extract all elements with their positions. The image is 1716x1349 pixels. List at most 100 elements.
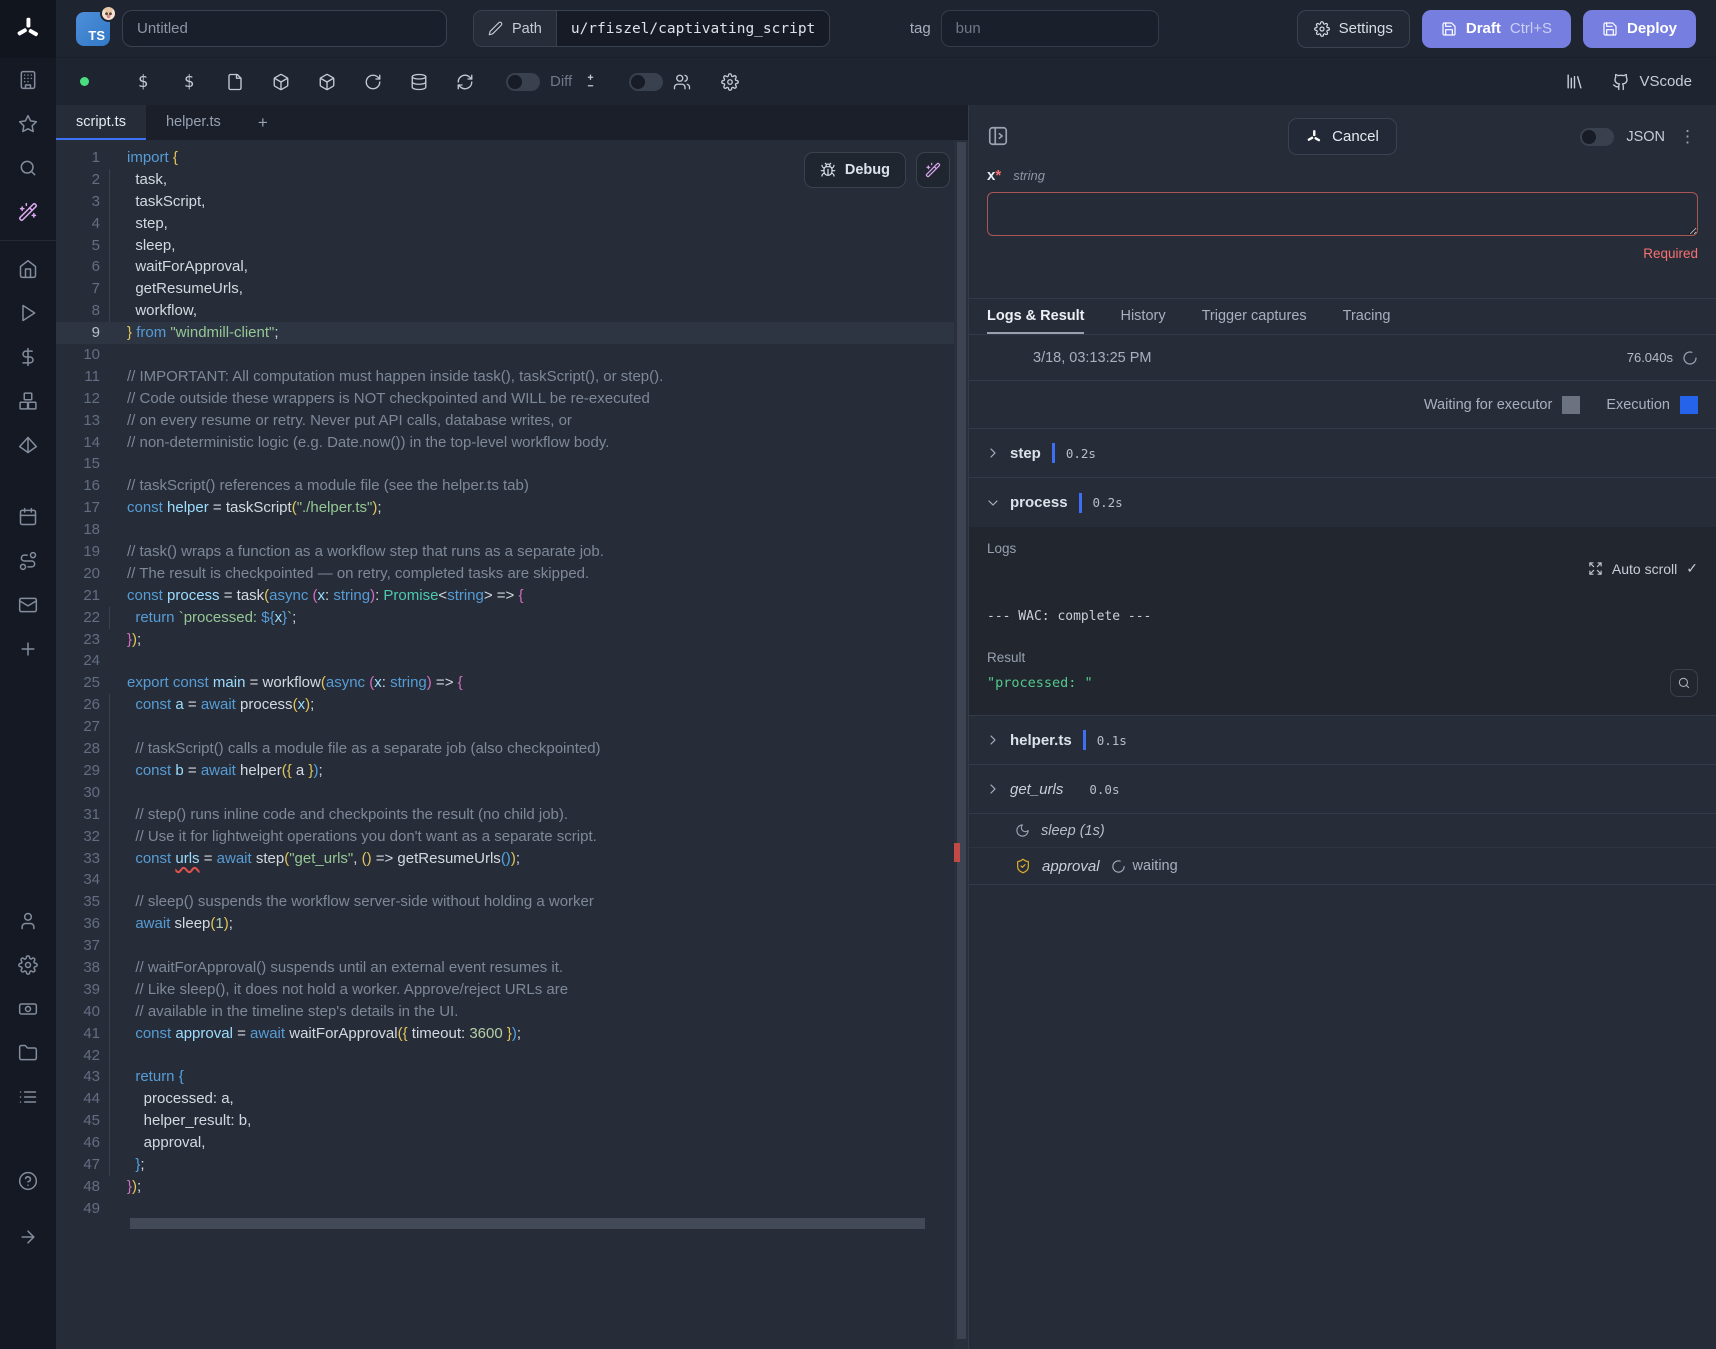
code-line[interactable]: 20// The result is checkpointed — on ret… xyxy=(56,563,968,585)
timeline-row-approval[interactable]: approval waiting xyxy=(969,848,1716,885)
user-icon[interactable] xyxy=(0,899,56,943)
windmill-logo[interactable] xyxy=(0,0,56,58)
code-line[interactable]: 37 xyxy=(56,935,968,957)
code-line[interactable]: 30 xyxy=(56,782,968,804)
code-line[interactable]: 17const helper = taskScript("./helper.ts… xyxy=(56,497,968,519)
tab-tracing[interactable]: Tracing xyxy=(1343,299,1391,334)
code-line[interactable]: 48}); xyxy=(56,1176,968,1198)
vscode-button[interactable]: VScode xyxy=(1612,73,1692,91)
code-line[interactable]: 42 xyxy=(56,1045,968,1067)
code-line[interactable]: 47 }; xyxy=(56,1154,968,1176)
code-line[interactable]: 10 xyxy=(56,344,968,366)
inspect-result-button[interactable] xyxy=(1670,669,1698,697)
audit-logs-icon[interactable] xyxy=(0,1075,56,1119)
rotate-icon[interactable] xyxy=(350,73,396,91)
path-value[interactable]: u/rfiszel/captivating_script xyxy=(556,11,829,46)
code-line[interactable]: 25export const main = workflow(async (x:… xyxy=(56,672,968,694)
code-line[interactable]: 44 processed: a, xyxy=(56,1088,968,1110)
ai-wand-icon[interactable] xyxy=(0,190,56,234)
favorites-icon[interactable] xyxy=(0,102,56,146)
code-line[interactable]: 26 const a = await process(x); xyxy=(56,694,968,716)
add-icon[interactable] xyxy=(0,627,56,671)
code-line[interactable]: 27 xyxy=(56,716,968,738)
code-line[interactable]: 16// taskScript() references a module fi… xyxy=(56,475,968,497)
code-line[interactable]: 5 sleep, xyxy=(56,235,968,257)
help-icon[interactable] xyxy=(0,1159,56,1203)
arg-x-input[interactable] xyxy=(987,192,1698,236)
debug-button[interactable]: Debug xyxy=(804,152,906,188)
database-icon[interactable] xyxy=(396,73,442,91)
tag-input[interactable] xyxy=(941,10,1159,47)
code-line[interactable]: 39 // Like sleep(), it does not hold a w… xyxy=(56,979,968,1001)
timeline-row-get-urls[interactable]: get_urls 0.0s xyxy=(969,765,1716,814)
code-line[interactable]: 45 helper_result: b, xyxy=(56,1110,968,1132)
timeline-row-process[interactable]: process 0.2s xyxy=(969,478,1716,527)
code-line[interactable]: 32 // Use it for lightweight operations … xyxy=(56,826,968,848)
expand-icon[interactable] xyxy=(1588,561,1603,576)
code-line[interactable]: 15 xyxy=(56,453,968,475)
folders-icon[interactable] xyxy=(0,1031,56,1075)
deploy-button[interactable]: Deploy xyxy=(1583,10,1696,48)
horizontal-scrollbar[interactable] xyxy=(130,1218,968,1229)
code-line[interactable]: 29 const b = await helper({ a }); xyxy=(56,760,968,782)
resources-picker-icon[interactable]: $ xyxy=(166,72,212,92)
code-line[interactable]: 19// task() wraps a function as a workfl… xyxy=(56,541,968,563)
workspace-icon[interactable] xyxy=(0,58,56,102)
code-line[interactable]: 41 const approval = await waitForApprova… xyxy=(56,1023,968,1045)
mail-icon[interactable] xyxy=(0,583,56,627)
variables-picker-icon[interactable]: $ xyxy=(120,72,166,92)
code-editor[interactable]: 1import {2 task,3 taskScript,4 step,5 sl… xyxy=(56,140,968,1349)
script-title-input[interactable] xyxy=(122,10,447,47)
code-line[interactable]: 7 getResumeUrls, xyxy=(56,278,968,300)
library-icon[interactable] xyxy=(1565,72,1584,91)
code-line[interactable]: 8 workflow, xyxy=(56,300,968,322)
code-line[interactable]: 24 xyxy=(56,650,968,672)
code-line[interactable]: 49 xyxy=(56,1198,968,1220)
code-line[interactable]: 9} from "windmill-client"; xyxy=(56,322,968,344)
package-icon-2[interactable] xyxy=(304,73,350,91)
tab-trigger-captures[interactable]: Trigger captures xyxy=(1202,299,1307,334)
ai-assistant-button[interactable] xyxy=(916,152,950,188)
home-icon[interactable] xyxy=(0,247,56,291)
tab-script-ts[interactable]: script.ts xyxy=(56,105,146,140)
variables-icon[interactable] xyxy=(0,335,56,379)
package-icon[interactable] xyxy=(258,73,304,91)
vertical-scrollbar[interactable] xyxy=(954,140,968,1349)
code-line[interactable]: 33 const urls = await step("get_urls", (… xyxy=(56,848,968,870)
collapse-panel-icon[interactable] xyxy=(987,125,1011,149)
timeline-row-helper[interactable]: helper.ts 0.1s xyxy=(969,716,1716,765)
editor-settings-icon[interactable] xyxy=(707,73,753,91)
multiplayer-toggle[interactable] xyxy=(629,73,663,91)
code-line[interactable]: 31 // step() runs inline code and checkp… xyxy=(56,804,968,826)
code-line[interactable]: 21const process = task(async (x: string)… xyxy=(56,585,968,607)
workers-icon[interactable] xyxy=(0,987,56,1031)
auto-scroll-control[interactable]: Auto scroll ✓ xyxy=(987,560,1698,577)
code-line[interactable]: 11// IMPORTANT: All computation must hap… xyxy=(56,366,968,388)
assets-icon[interactable] xyxy=(0,423,56,467)
schedules-icon[interactable] xyxy=(0,495,56,539)
code-line[interactable]: 28 // taskScript() calls a module file a… xyxy=(56,738,968,760)
code-line[interactable]: 18 xyxy=(56,519,968,541)
settings-button[interactable]: Settings xyxy=(1297,10,1410,48)
expand-sidebar-icon[interactable] xyxy=(0,1215,56,1259)
code-line[interactable]: 36 await sleep(1); xyxy=(56,913,968,935)
runs-icon[interactable] xyxy=(0,291,56,335)
code-line[interactable]: 22 return `processed: ${x}`; xyxy=(56,607,968,629)
new-tab-button[interactable]: + xyxy=(241,105,285,140)
code-line[interactable]: 46 approval, xyxy=(56,1132,968,1154)
settings-gear-icon[interactable] xyxy=(0,943,56,987)
code-line[interactable]: 14// non-deterministic logic (e.g. Date.… xyxy=(56,432,968,454)
tab-history[interactable]: History xyxy=(1120,299,1165,334)
code-line[interactable]: 3 taskScript, xyxy=(56,191,968,213)
refresh-icon[interactable] xyxy=(442,73,488,91)
code-line[interactable]: 23}); xyxy=(56,629,968,651)
diff-toggle[interactable] xyxy=(506,73,540,91)
code-line[interactable]: 4 step, xyxy=(56,213,968,235)
tab-logs-result[interactable]: Logs & Result xyxy=(987,299,1084,334)
code-line[interactable]: 40 // available in the timeline step's d… xyxy=(56,1001,968,1023)
cancel-run-button[interactable]: Cancel xyxy=(1288,118,1397,155)
code-line[interactable]: 38 // waitForApproval() suspends until a… xyxy=(56,957,968,979)
path-field[interactable]: Path u/rfiszel/captivating_script xyxy=(473,10,830,47)
draft-button[interactable]: Draft Ctrl+S xyxy=(1422,10,1571,48)
file-icon[interactable] xyxy=(212,73,258,91)
